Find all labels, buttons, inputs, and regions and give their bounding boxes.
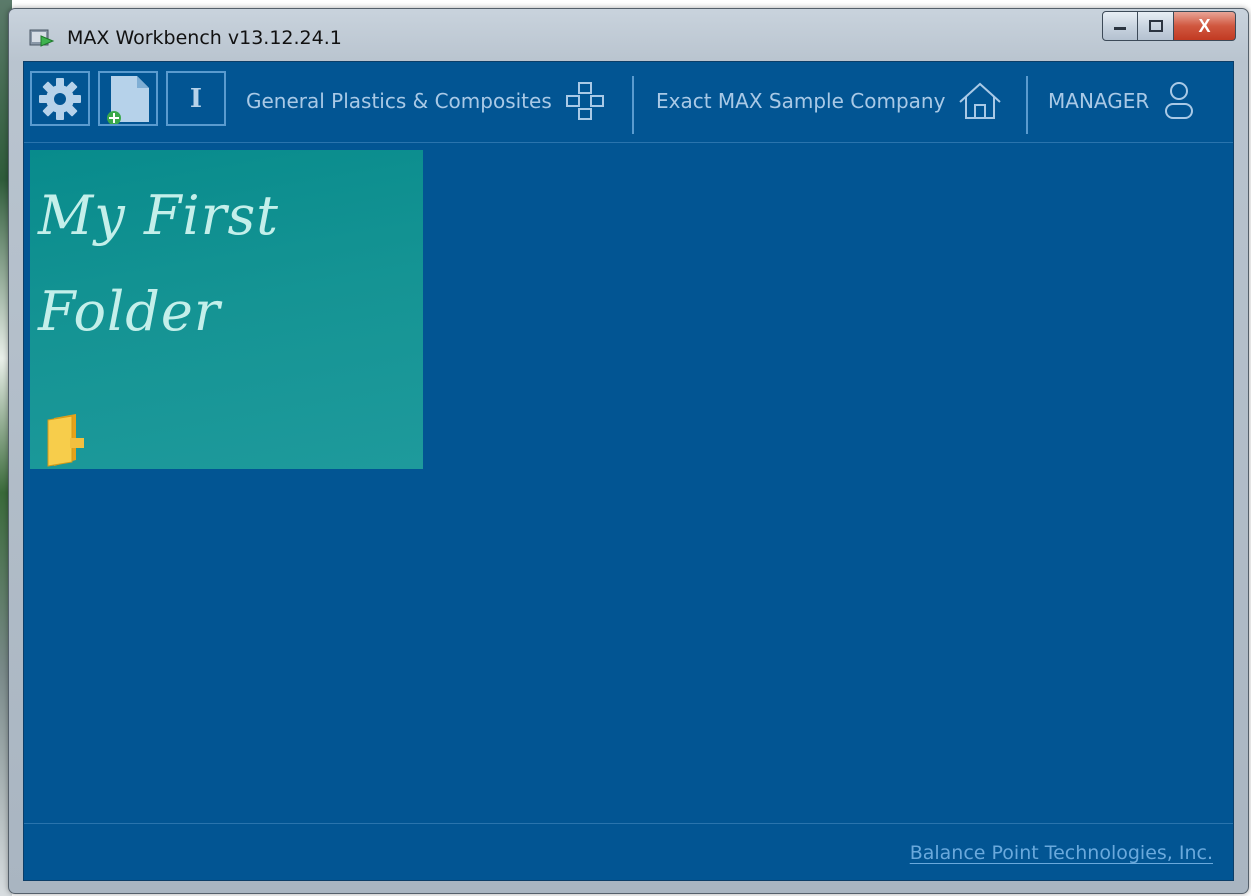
info-icon: I xyxy=(189,83,203,114)
close-button[interactable]: X xyxy=(1174,11,1236,41)
user-menu[interactable]: MANAGER xyxy=(1048,62,1197,140)
company-website-link[interactable]: Balance Point Technologies, Inc. xyxy=(910,842,1213,864)
info-button[interactable]: I xyxy=(166,71,226,126)
new-document-button[interactable] xyxy=(98,71,158,126)
company-group-label: General Plastics & Composites xyxy=(246,89,552,113)
company-selector[interactable]: Exact MAX Sample Company xyxy=(656,62,1003,140)
settings-button[interactable] xyxy=(30,71,90,126)
folder-tile-title: My First Folder xyxy=(38,184,279,343)
minimize-icon xyxy=(1114,27,1126,30)
title-bar[interactable]: MAX Workbench v13.12.24.1 X xyxy=(9,9,1248,59)
new-document-icon xyxy=(107,75,149,124)
folder-tile[interactable]: My First Folder xyxy=(30,150,423,469)
footer: Balance Point Technologies, Inc. xyxy=(24,823,1233,880)
window-title: MAX Workbench v13.12.24.1 xyxy=(67,27,342,49)
gear-icon xyxy=(39,77,81,120)
toolbar: I General Plastics & Composites Exact MA… xyxy=(24,62,1233,143)
main-panel: I General Plastics & Composites Exact MA… xyxy=(23,61,1234,881)
close-icon: X xyxy=(1198,15,1211,36)
app-window: MAX Workbench v13.12.24.1 X I General Pl… xyxy=(8,8,1249,894)
company-group-selector[interactable]: General Plastics & Composites xyxy=(246,62,606,140)
user-role-label: MANAGER xyxy=(1048,89,1150,113)
app-icon xyxy=(29,27,55,49)
window-controls: X xyxy=(1102,11,1236,41)
org-chart-icon xyxy=(564,80,606,122)
toolbar-divider xyxy=(632,76,634,134)
maximize-button[interactable] xyxy=(1138,11,1174,41)
maximize-icon xyxy=(1148,20,1163,32)
home-icon xyxy=(957,80,1003,122)
company-label: Exact MAX Sample Company xyxy=(656,89,946,113)
toolbar-divider xyxy=(1026,76,1028,134)
minimize-button[interactable] xyxy=(1102,11,1138,41)
folder-icon xyxy=(46,412,90,473)
user-icon xyxy=(1161,80,1197,122)
